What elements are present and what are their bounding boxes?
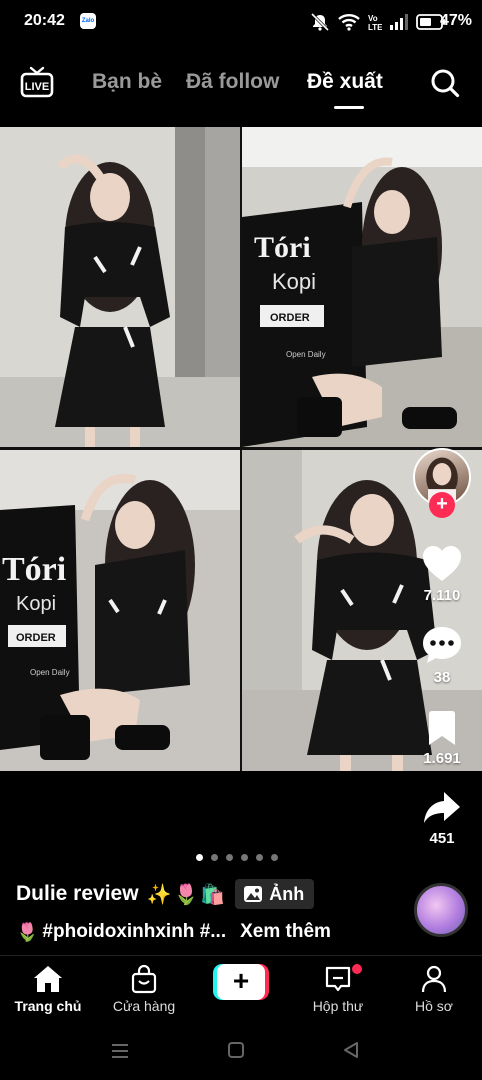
bottom-nav: Trang chủ Cửa hàng + Hộp thư Hồ sơ <box>0 955 482 1021</box>
post-photo-3: Tóri Kopi ORDER Open Daily <box>0 450 240 771</box>
sign-title: Tóri <box>254 231 311 264</box>
search-icon[interactable] <box>430 68 460 98</box>
inbox-icon <box>325 966 351 992</box>
pager-dot[interactable] <box>226 854 233 861</box>
mute-icon <box>310 13 330 31</box>
comment-button[interactable]: 38 <box>412 625 472 686</box>
pager-dot[interactable] <box>241 854 248 861</box>
share-button[interactable]: 451 <box>412 790 472 847</box>
post-photo-2: Tóri Kopi ORDER Open Daily <box>242 127 482 447</box>
author-row: Dulie review ✨🌷🛍️ Ảnh <box>16 878 315 910</box>
status-bar: 20:42 Zalo Vo LTE 47% <box>0 0 482 44</box>
create-button[interactable]: + <box>213 964 269 1000</box>
sound-disc-button[interactable] <box>414 883 468 937</box>
nav-shop[interactable]: Cửa hàng <box>96 964 192 1014</box>
volte-icon: VoLTE <box>368 14 382 31</box>
pager-dot[interactable] <box>271 854 278 861</box>
nav-shop-label: Cửa hàng <box>112 998 176 1014</box>
profile-icon <box>421 965 447 993</box>
battery-percent: 47% <box>439 12 472 29</box>
zalo-notification-icon: Zalo <box>80 13 96 29</box>
author-name[interactable]: Dulie review <box>16 882 139 906</box>
tab-following[interactable]: Đã follow <box>186 70 279 94</box>
sign-order: ORDER <box>270 312 310 324</box>
home-icon <box>34 966 62 992</box>
nav-home-label: Trang chủ <box>14 998 82 1014</box>
photo-chip-label: Ảnh <box>269 883 305 904</box>
follow-button[interactable]: + <box>429 492 455 518</box>
sign-subtitle-closeup: Kopi <box>16 593 56 615</box>
author-emojis: ✨🌷🛍️ <box>146 883 228 906</box>
active-tab-indicator <box>334 106 364 109</box>
tab-friends[interactable]: Bạn bè <box>92 70 162 94</box>
share-icon <box>424 792 460 823</box>
sign-hours: Open Daily <box>286 350 326 359</box>
nav-profile[interactable]: Hồ sơ <box>386 964 482 1014</box>
live-label: LIVE <box>25 81 49 93</box>
heart-icon <box>423 546 461 581</box>
home-system-icon[interactable] <box>227 1041 245 1059</box>
svg-text:LTE: LTE <box>368 23 382 31</box>
comment-icon <box>423 627 461 663</box>
system-nav-bar <box>0 1021 482 1080</box>
creator-avatar-button[interactable]: + <box>413 448 471 518</box>
tab-for-you[interactable]: Đề xuất <box>307 70 383 94</box>
photo-mode-chip[interactable]: Ảnh <box>235 879 315 909</box>
photo-pager-dots <box>196 854 278 861</box>
bookmark-icon <box>429 711 455 745</box>
save-button[interactable]: 1.691 <box>412 710 472 767</box>
caption-emoji: 🌷 <box>16 921 39 942</box>
nav-create[interactable]: + <box>193 964 289 1000</box>
see-more-link[interactable]: Xem thêm <box>240 921 331 943</box>
create-plus-icon: + <box>217 964 265 1000</box>
post-photo-carousel[interactable]: Tóri Kopi ORDER Open Daily Tóri Kopi ORD… <box>0 127 482 771</box>
wifi-icon <box>338 14 360 31</box>
signal-icon <box>390 14 408 30</box>
image-icon <box>244 886 263 902</box>
status-icons: Vo LTE <box>310 12 446 32</box>
sign-hours-closeup: Open Daily <box>30 668 70 677</box>
pager-dot[interactable] <box>256 854 263 861</box>
post-photo-1 <box>0 127 240 447</box>
pager-dot[interactable] <box>196 854 203 861</box>
sign-subtitle: Kopi <box>272 269 316 294</box>
status-time: 20:42 <box>24 12 65 29</box>
nav-inbox[interactable]: Hộp thư <box>290 964 386 1014</box>
back-icon[interactable] <box>342 1041 360 1059</box>
save-count: 1.691 <box>423 750 461 767</box>
recent-apps-icon[interactable] <box>110 1041 130 1061</box>
shop-icon <box>131 964 157 994</box>
top-nav: LIVE Bạn bè Đã follow Đề xuất <box>0 52 482 112</box>
share-count: 451 <box>429 830 455 847</box>
nav-home[interactable]: Trang chủ <box>0 964 96 1014</box>
caption-hashtags[interactable]: #phoidoxinhxinh #... <box>42 921 226 943</box>
comment-count: 38 <box>433 669 451 686</box>
sign-title-closeup: Tóri <box>2 551 66 588</box>
nav-profile-label: Hồ sơ <box>415 998 453 1014</box>
sign-order-closeup: ORDER <box>16 632 56 644</box>
like-button[interactable]: 7.110 <box>412 545 472 604</box>
inbox-notification-dot <box>352 964 362 974</box>
caption-row: 🌷 #phoidoxinhxinh #... Xem thêm <box>16 918 331 946</box>
pager-dot[interactable] <box>211 854 218 861</box>
like-count: 7.110 <box>423 587 461 604</box>
live-icon[interactable]: LIVE <box>20 66 54 98</box>
svg-text:Vo: Vo <box>368 14 378 23</box>
nav-inbox-label: Hộp thư <box>312 998 364 1014</box>
